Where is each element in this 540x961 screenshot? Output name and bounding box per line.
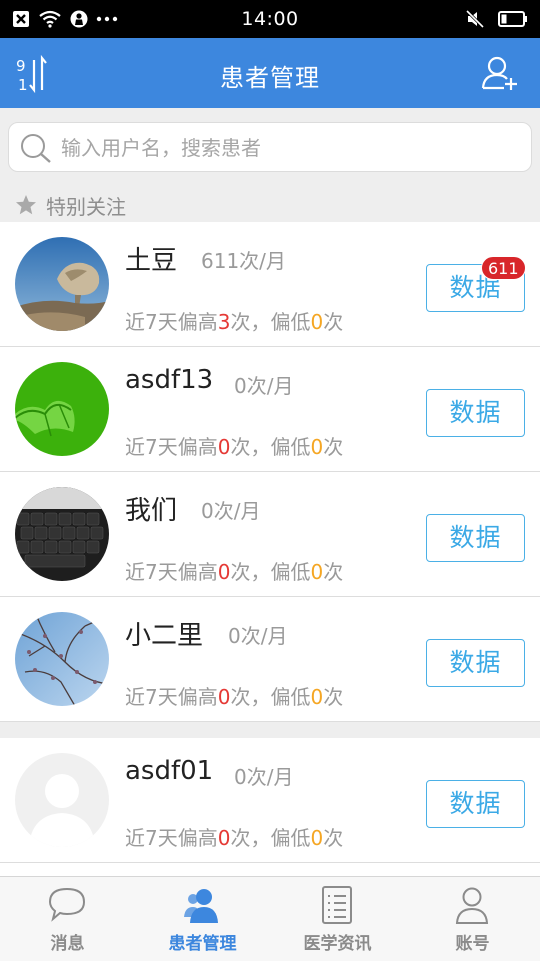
document-icon — [322, 886, 352, 924]
status-time: 14:00 — [241, 8, 299, 30]
nav-label: 消息 — [50, 934, 85, 954]
patient-stats: 近7天偏高3次，偏低0次 — [125, 310, 344, 334]
search-box[interactable] — [8, 122, 532, 172]
list-separator — [0, 722, 540, 739]
high-count: 0 — [217, 435, 231, 459]
patient-name: 小二里 — [125, 621, 204, 651]
patient-row[interactable]: asdf13 0次/月 近7天偏高0次，偏低0次 数据 — [0, 347, 540, 472]
patient-frequency: 0次/月 — [234, 765, 294, 789]
patient-frequency: 611次/月 — [201, 249, 286, 273]
patient-name: 土豆 — [125, 246, 178, 276]
patient-name: asdf13 — [125, 365, 214, 395]
nav-label: 医学资讯 — [303, 934, 372, 954]
search-bar — [0, 108, 540, 186]
patient-row[interactable]: asdf01 0次/月 近7天偏高0次，偏低0次 数据 — [0, 738, 540, 863]
person-icon — [455, 887, 489, 924]
patient-name: 我们 — [125, 496, 178, 526]
high-count: 3 — [217, 310, 231, 334]
patient-frequency: 0次/月 — [234, 374, 294, 398]
nav-item-patients[interactable]: 患者管理 — [135, 877, 270, 961]
section-label: 特别关注 — [46, 195, 126, 219]
default-avatar — [15, 753, 109, 847]
patient-stats: 近7天偏高0次，偏低0次 — [125, 435, 344, 459]
nav-item-account[interactable]: 账号 — [405, 877, 540, 961]
battery-icon — [498, 11, 527, 27]
data-button[interactable]: 数据 — [426, 514, 525, 562]
star-icon — [16, 195, 36, 215]
patient-stats: 近7天偏高0次，偏低0次 — [125, 826, 344, 850]
status-icons-right — [466, 9, 528, 29]
high-count: 0 — [217, 685, 231, 709]
high-count: 0 — [217, 826, 231, 850]
avatar — [15, 237, 109, 331]
high-count: 0 — [217, 560, 231, 584]
add-user-icon — [481, 56, 517, 90]
data-button[interactable]: 数据 — [426, 389, 525, 437]
low-count: 0 — [310, 560, 324, 584]
nav-label: 患者管理 — [168, 934, 237, 954]
data-button[interactable]: 数据 — [426, 639, 525, 687]
data-button[interactable]: 数据 — [426, 780, 525, 828]
add-patient-button[interactable] — [480, 54, 520, 94]
mute-icon — [466, 10, 484, 28]
avatar — [15, 362, 109, 456]
avatar — [15, 487, 109, 581]
patient-stats: 近7天偏高0次，偏低0次 — [125, 560, 344, 584]
page-title: 患者管理 — [220, 64, 320, 92]
search-input[interactable] — [59, 131, 523, 165]
patient-frequency: 0次/月 — [228, 624, 288, 648]
low-count: 0 — [310, 310, 324, 334]
nav-item-medical-news[interactable]: 医学资讯 — [270, 877, 405, 961]
avatar — [15, 612, 109, 706]
app-header: 9 1 患者管理 — [0, 38, 540, 108]
section-header-favorites: 特别关注 — [0, 186, 540, 222]
chat-bubble-icon — [48, 887, 86, 922]
low-count: 0 — [310, 435, 324, 459]
nav-label: 账号 — [455, 934, 490, 954]
patient-name: asdf01 — [125, 756, 214, 786]
nav-item-messages[interactable]: 消息 — [0, 877, 135, 961]
status-bar: 14:00 — [0, 0, 540, 38]
patient-row[interactable]: 我们 0次/月 近7天偏高0次，偏低0次 数据 — [0, 472, 540, 597]
search-icon — [21, 134, 51, 163]
low-count: 0 — [310, 685, 324, 709]
unread-badge: 611 — [481, 256, 526, 280]
low-count: 0 — [310, 826, 324, 850]
patient-row[interactable]: 小二里 0次/月 近7天偏高0次，偏低0次 数据 — [0, 597, 540, 722]
patient-frequency: 0次/月 — [201, 499, 261, 523]
patients-icon — [184, 889, 218, 923]
patient-row[interactable]: 土豆 611次/月 近7天偏高3次，偏低0次 数据 — [0, 222, 540, 347]
bottom-nav: 消息 患者管理 医学资讯 账号 — [0, 876, 540, 961]
patient-stats: 近7天偏高0次，偏低0次 — [125, 685, 344, 709]
